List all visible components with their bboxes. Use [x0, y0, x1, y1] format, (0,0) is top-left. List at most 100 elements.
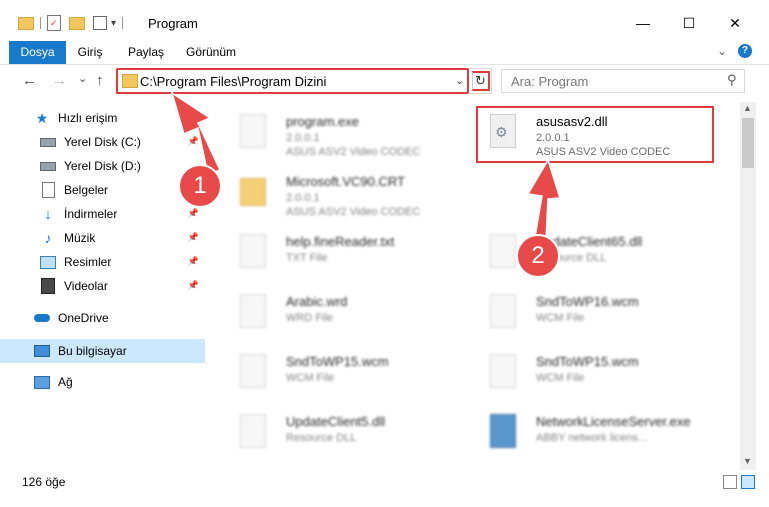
exe-file-icon [490, 414, 516, 448]
file-name: SndToWP15.wcm [536, 354, 639, 369]
sidebar-item-onedrive[interactable]: OneDrive [0, 306, 205, 330]
file-name: program.exe [286, 114, 359, 129]
pin-icon[interactable]: 📌 [188, 280, 199, 291]
list-item[interactable]: Arabic.wrd WRD File [224, 286, 464, 338]
properties-icon[interactable]: ✓ [47, 15, 61, 31]
download-icon: ↓ [44, 205, 52, 223]
forward-button[interactable]: → [52, 72, 67, 89]
back-button[interactable]: ← [22, 72, 37, 89]
sidebar-item-label: Resimler [64, 255, 112, 269]
maximize-button[interactable]: ☐ [666, 8, 712, 38]
recent-locations-button[interactable]: ⌄ [78, 72, 87, 85]
list-item[interactable]: help.fineReader.txt TXT File [224, 226, 464, 278]
folder-icon [240, 178, 266, 206]
tab-dosya[interactable]: Dosya [9, 41, 66, 64]
expand-ribbon-icon[interactable]: ⌄ [717, 44, 727, 58]
scrollbar-thumb[interactable] [742, 118, 754, 168]
tab-paylas[interactable]: Paylaş [123, 41, 169, 64]
drive-icon [40, 158, 56, 174]
sidebar-item-local-disk-d[interactable]: Yerel Disk (D:) [0, 154, 205, 178]
list-item[interactable]: UpdateClient65.dll Resource DLL [474, 226, 714, 278]
ribbon-bar [0, 41, 769, 65]
close-button[interactable]: ✕ [712, 8, 758, 38]
pictures-icon [40, 254, 56, 270]
view-options-icon[interactable] [93, 16, 107, 30]
refresh-button[interactable]: ↻ [472, 71, 490, 91]
up-button[interactable]: ↑ [96, 72, 104, 89]
file-icon [490, 354, 516, 388]
address-highlight [116, 68, 469, 94]
network-icon [34, 374, 50, 390]
sidebar-item-pictures[interactable]: Resimler 📌 [0, 250, 205, 274]
list-item[interactable]: Microsoft.VC90.CRT 2.0.0.1 ASUS ASV2 Vide… [224, 166, 464, 218]
cloud-icon [34, 310, 50, 326]
folder-icon[interactable] [18, 16, 34, 30]
list-item[interactable]: SndToWP15.wcm WCM File [224, 346, 464, 398]
vertical-scrollbar[interactable]: ▲ ▼ [740, 102, 756, 470]
sidebar-item-documents[interactable]: Belgeler [0, 178, 205, 202]
list-item[interactable]: NetworkLicenseServer.exe ABBY network li… [474, 406, 714, 458]
window-title: Program [148, 16, 198, 31]
file-name: asusasv2.dll [536, 114, 608, 129]
sidebar-item-label: Ağ [58, 375, 73, 389]
item-count: 126 öğe [22, 475, 66, 489]
video-icon [40, 278, 56, 294]
new-folder-icon[interactable] [69, 16, 85, 30]
dll-file-icon: ⚙ [490, 114, 516, 148]
sidebar-item-label: OneDrive [58, 311, 109, 325]
file-name: Microsoft.VC90.CRT [286, 174, 405, 189]
file-name: NetworkLicenseServer.exe [536, 414, 691, 429]
sidebar-item-label: İndirmeler [64, 207, 118, 221]
sidebar-item-label: Bu bilgisayar [58, 344, 127, 358]
file-icon [240, 294, 266, 328]
file-details: ABBY network licens... [536, 432, 648, 444]
sidebar-item-downloads[interactable]: ↓ İndirmeler 📌 [0, 202, 205, 226]
sidebar-item-local-disk-c[interactable]: Yerel Disk (C:) 📌 [0, 130, 205, 154]
sidebar-item-label: Videolar [64, 279, 108, 293]
file-details: Resource DLL [286, 432, 357, 444]
file-details: WCM File [536, 372, 585, 384]
sidebar-item-network[interactable]: Ağ [0, 370, 205, 394]
pin-icon[interactable]: 📌 [188, 208, 199, 219]
sidebar-item-videos[interactable]: Videolar 📌 [0, 274, 205, 298]
list-item[interactable]: program.exe 2.0.0.1 ASUS ASV2 Video CODEC [224, 106, 464, 158]
file-icon [490, 294, 516, 328]
sidebar-item-music[interactable]: ♪ Müzik 📌 [0, 226, 205, 250]
scroll-down-icon[interactable]: ▼ [743, 456, 752, 466]
exe-file-icon [240, 114, 266, 148]
pin-icon[interactable]: 📌 [188, 232, 199, 243]
status-bar [0, 470, 769, 494]
list-item[interactable]: ⚙ asusasv2.dll 2.0.0.1 ASUS ASV2 Video CO… [474, 106, 714, 158]
step-1-badge: 1 [178, 164, 222, 208]
gear-icon: ⚙ [495, 124, 508, 140]
dll-file-icon [240, 414, 266, 448]
file-name: SndToWP16.wcm [536, 294, 639, 309]
search-icon[interactable]: ⚲ [727, 72, 737, 88]
file-name: help.fineReader.txt [286, 234, 395, 249]
file-details: WCM File [536, 312, 585, 324]
tab-giris[interactable]: Giriş [71, 41, 109, 64]
scroll-up-icon[interactable]: ▲ [743, 103, 752, 113]
file-name: SndToWP15.wcm [286, 354, 389, 369]
sidebar-item-this-pc[interactable]: Bu bilgisayar [0, 339, 205, 363]
help-icon[interactable]: ? [738, 44, 752, 58]
pin-icon[interactable]: 📌 [188, 136, 199, 147]
large-icons-view-icon[interactable] [741, 475, 755, 489]
customize-toolbar-icon[interactable]: ▾ [111, 18, 116, 29]
minimize-button[interactable]: — [620, 8, 666, 38]
sidebar-item-label: Yerel Disk (C:) [64, 135, 141, 149]
pin-icon[interactable]: 📌 [188, 256, 199, 267]
file-list: program.exe 2.0.0.1 ASUS ASV2 Video CODEC… [214, 102, 738, 460]
list-item[interactable]: SndToWP16.wcm WCM File [474, 286, 714, 338]
list-item[interactable]: UpdateClient5.dll Resource DLL [224, 406, 464, 458]
sidebar-item-label: Hızlı erişim [58, 111, 118, 125]
file-details: 2.0.0.1 ASUS ASV2 Video CODEC [286, 132, 421, 158]
tab-gorunum[interactable]: Görünüm [183, 41, 239, 64]
file-details: 2.0.0.1 ASUS ASV2 Video CODEC [286, 192, 421, 218]
list-item[interactable]: SndToWP15.wcm WCM File [474, 346, 714, 398]
details-view-icon[interactable] [723, 475, 737, 489]
sidebar-item-quick-access[interactable]: ★ Hızlı erişim [0, 106, 205, 130]
quick-access-toolbar: ✓ ▾ [18, 14, 129, 32]
dll-file-icon [490, 234, 516, 268]
music-icon: ♪ [44, 230, 52, 246]
